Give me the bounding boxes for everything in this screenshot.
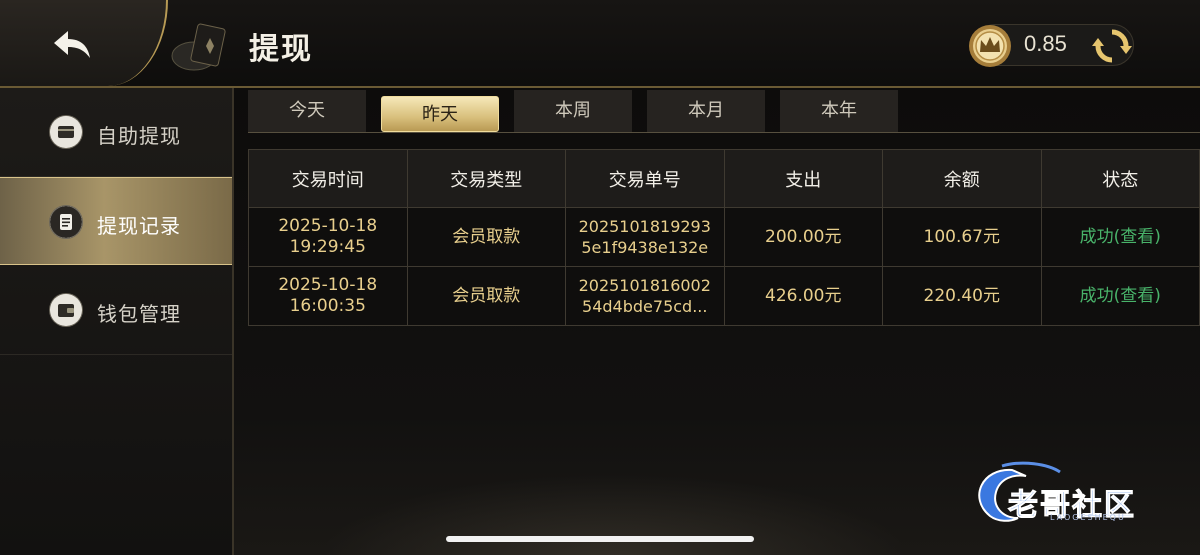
column-header: 交易类型 bbox=[406, 149, 566, 208]
page-title: 提现 bbox=[249, 32, 313, 67]
column-header: 交易单号 bbox=[565, 149, 725, 208]
divider bbox=[0, 176, 232, 177]
tab-this-year[interactable]: 本年 bbox=[780, 90, 898, 132]
balance-value: 0.85 bbox=[1024, 31, 1067, 56]
sidebar-item-withdraw-records[interactable]: 提现记录 bbox=[0, 177, 232, 265]
wallet-icon bbox=[50, 294, 82, 326]
tab-this-week[interactable]: 本周 bbox=[514, 90, 632, 132]
column-header: 状态 bbox=[1040, 149, 1200, 208]
cell-balance: 220.40元 bbox=[882, 266, 1042, 326]
record-icon bbox=[50, 206, 82, 238]
back-arrow-icon[interactable] bbox=[50, 27, 94, 61]
sidebar-item-label: 钱包管理 bbox=[97, 302, 181, 326]
cards-emblem-icon bbox=[171, 23, 226, 71]
table-header-row: 交易时间 交易类型 交易单号 支出 余额 状态 bbox=[248, 149, 1200, 208]
date-tabs: 今天 昨天 本周 本月 本年 bbox=[248, 90, 898, 132]
tab-this-month[interactable]: 本月 bbox=[647, 90, 765, 132]
column-header: 余额 bbox=[882, 149, 1042, 208]
sidebar-item-label: 自助提现 bbox=[97, 124, 181, 148]
cell-order-number: 2025101819293 5e1f9438e132e bbox=[565, 207, 725, 267]
cell-order-number: 2025101816002 54d4bde75cd... bbox=[565, 266, 725, 326]
cell-time: 2025-10-18 19:29:45 bbox=[248, 207, 408, 267]
cell-type: 会员取款 bbox=[406, 207, 566, 267]
sidebar: 自助提现 提现记录 钱包管理 bbox=[0, 88, 234, 555]
withdraw-records-table: 交易时间 交易类型 交易单号 支出 余额 状态 2025-10-18 19:29… bbox=[248, 149, 1200, 326]
divider bbox=[248, 132, 1200, 133]
home-indicator bbox=[446, 536, 754, 542]
refresh-icon[interactable] bbox=[1090, 24, 1134, 68]
tab-today[interactable]: 今天 bbox=[248, 90, 366, 132]
watermark-subtext: LAOGESHEQU bbox=[1050, 513, 1126, 522]
table-row: 2025-10-18 16:00:35 会员取款 2025101816002 5… bbox=[248, 266, 1200, 326]
cell-type: 会员取款 bbox=[406, 266, 566, 326]
cell-balance: 100.67元 bbox=[882, 207, 1042, 267]
status-view-link[interactable]: 成功(查看) bbox=[1040, 266, 1200, 326]
column-header: 交易时间 bbox=[248, 149, 408, 208]
sidebar-item-self-withdraw[interactable]: 自助提现 bbox=[0, 88, 232, 176]
tab-yesterday[interactable]: 昨天 bbox=[381, 96, 499, 132]
sidebar-item-wallet[interactable]: 钱包管理 bbox=[0, 266, 232, 354]
table-row: 2025-10-18 19:29:45 会员取款 2025101819293 5… bbox=[248, 207, 1200, 267]
divider bbox=[0, 354, 232, 355]
cell-amount: 200.00元 bbox=[723, 207, 883, 267]
column-header: 支出 bbox=[723, 149, 883, 208]
card-icon bbox=[50, 116, 82, 148]
cell-time: 2025-10-18 16:00:35 bbox=[248, 266, 408, 326]
sidebar-item-label: 提现记录 bbox=[97, 214, 181, 238]
status-view-link[interactable]: 成功(查看) bbox=[1040, 207, 1200, 267]
cell-amount: 426.00元 bbox=[723, 266, 883, 326]
crown-coin-icon bbox=[969, 25, 1011, 67]
top-bar: 提现 0.85 bbox=[0, 0, 1200, 88]
